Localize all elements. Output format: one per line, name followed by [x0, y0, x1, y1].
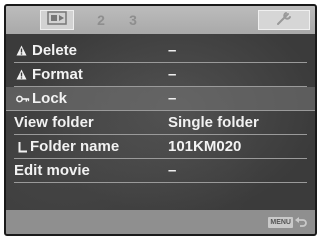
- menu-item-label: Edit movie: [14, 162, 90, 179]
- menu-item-value: –: [168, 90, 177, 107]
- menu-item-lock[interactable]: Lock –: [6, 87, 315, 111]
- menu-item-delete[interactable]: Delete –: [14, 39, 307, 63]
- menu-item-value: –: [168, 42, 177, 59]
- tab-setup[interactable]: [258, 10, 310, 30]
- menu-item-value: –: [168, 162, 177, 179]
- warning-icon: [16, 63, 30, 86]
- menu-item-view-folder[interactable]: View folder Single folder: [14, 111, 307, 135]
- menu-item-value: 101KM020: [168, 138, 242, 155]
- menu-list: Delete – Format – Lock – View folder Sin…: [6, 39, 315, 183]
- tab-2-label: 2: [97, 12, 105, 28]
- tab-3-label: 3: [129, 12, 137, 28]
- menu-item-label: Delete: [32, 42, 78, 59]
- return-arrow-icon: [295, 214, 307, 232]
- menu-item-label: Format: [32, 66, 83, 83]
- menu-item-value: –: [168, 66, 177, 83]
- wrench-icon: [275, 10, 293, 31]
- footer-bar: MENU: [6, 210, 315, 234]
- key-icon: [16, 87, 30, 110]
- tab-bar: 2 3: [6, 6, 315, 34]
- menu-item-edit-movie[interactable]: Edit movie –: [14, 159, 307, 183]
- tab-3[interactable]: 3: [118, 10, 148, 30]
- menu-item-label: Lock: [32, 90, 68, 107]
- tab-2[interactable]: 2: [86, 10, 116, 30]
- tab-playback[interactable]: [40, 10, 74, 30]
- menu-button-label: MENU: [268, 217, 293, 228]
- back-hint[interactable]: MENU: [268, 216, 307, 229]
- warning-icon: [16, 39, 30, 62]
- playback-icon: [47, 10, 67, 30]
- camera-lcd-screen: 2 3 Delete – Format – Lock – View folder…: [4, 4, 317, 236]
- menu-item-folder-name[interactable]: Folder name 101KM020: [14, 135, 307, 159]
- menu-item-label: View folder: [14, 114, 94, 131]
- menu-item-value: Single folder: [168, 114, 259, 131]
- menu-item-format[interactable]: Format –: [14, 63, 307, 87]
- menu-item-label: Folder name: [30, 138, 120, 155]
